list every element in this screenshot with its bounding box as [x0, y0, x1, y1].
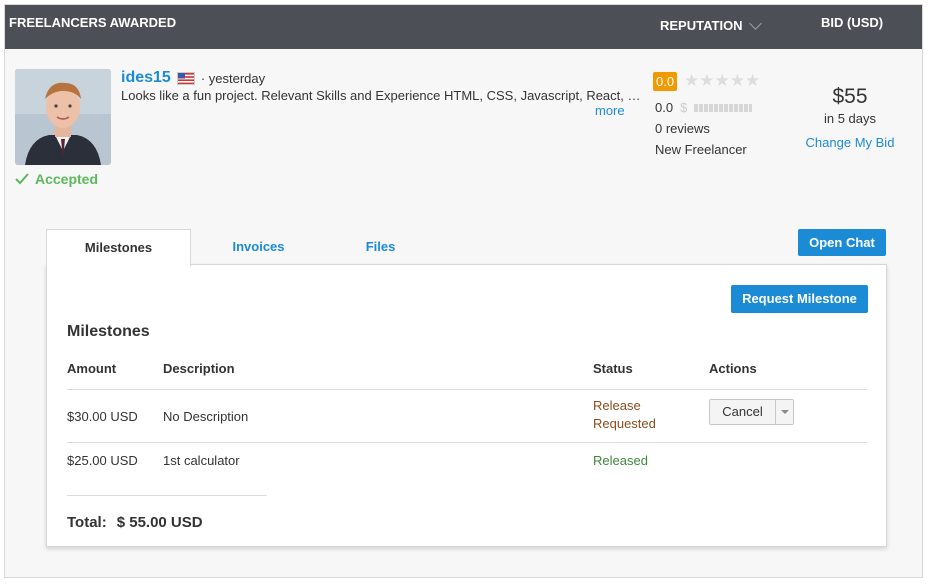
row-description: No Description [163, 409, 249, 424]
accepted-label: Accepted [35, 171, 99, 187]
column-amount: Amount [67, 361, 117, 376]
reviews-count: 0 reviews [655, 121, 710, 136]
row-divider [67, 442, 867, 443]
rating-badge: 0.0 [653, 72, 678, 91]
milestones-card: Request Milestone Milestones Amount Desc… [46, 264, 887, 547]
cancel-button[interactable]: Cancel [710, 400, 776, 424]
open-chat-button[interactable]: Open Chat [798, 229, 886, 256]
accepted-status: Accepted [15, 171, 98, 187]
column-description: Description [163, 361, 235, 376]
total-value: $ 55.00 USD [116, 514, 203, 531]
row-status: Release Requested [593, 398, 656, 431]
avatar[interactable] [15, 69, 111, 165]
star-rating: ★★★★★ [684, 71, 761, 90]
earnings-score: 0.0 [655, 100, 674, 115]
column-status: Status [593, 361, 633, 376]
us-flag-icon [176, 71, 195, 85]
awarded-panel: FREELANCERS AWARDED REPUTATION BID (USD)… [4, 4, 923, 578]
request-milestone-button[interactable]: Request Milestone [731, 285, 868, 313]
bid-amount: $55 [832, 85, 868, 108]
row-status: Released [593, 453, 648, 468]
column-actions: Actions [709, 361, 757, 376]
freelancer-name-row: ides15 · yesterday [121, 69, 265, 87]
dollar-icon: $ [680, 100, 688, 115]
more-link[interactable]: more [595, 103, 625, 118]
bid-time: · yesterday [200, 70, 266, 86]
chevron-down-icon [748, 16, 762, 30]
row-amount: $25.00 USD [67, 453, 138, 468]
total-label: Total: [67, 514, 107, 531]
proposal-text: Looks like a fun project. Relevant Skill… [121, 88, 641, 103]
tab-milestones[interactable]: Milestones [46, 229, 191, 266]
bid-delivery: in 5 days [823, 111, 877, 126]
row-amount: $30.00 USD [67, 409, 138, 424]
caret-down-icon [780, 410, 789, 414]
header-bid: BID (USD) [821, 15, 884, 30]
earnings-line: 0.0 $ [655, 100, 753, 115]
cancel-dropdown-toggle[interactable] [776, 400, 793, 424]
earnings-bar [694, 103, 753, 112]
total-divider [67, 495, 267, 496]
header-divider [67, 389, 867, 390]
new-freelancer-label: New Freelancer [655, 142, 747, 157]
reputation-sort[interactable]: REPUTATION [660, 16, 762, 33]
check-icon [15, 173, 29, 185]
tab-files[interactable]: Files [308, 229, 453, 265]
change-bid-link[interactable]: Change My Bid [785, 135, 915, 150]
header-freelancers-awarded: FREELANCERS AWARDED [9, 15, 177, 30]
header-reputation: REPUTATION [660, 18, 743, 33]
milestones-heading: Milestones [67, 323, 150, 340]
row-description: 1st calculator [163, 453, 240, 468]
freelancer-username[interactable]: ides15 [121, 69, 171, 87]
milestones-total: Total: $ 55.00 USD [67, 514, 203, 531]
cancel-split-button: Cancel [709, 399, 794, 425]
table-header: FREELANCERS AWARDED REPUTATION BID (USD) [5, 5, 922, 49]
avatar-image [15, 69, 111, 165]
